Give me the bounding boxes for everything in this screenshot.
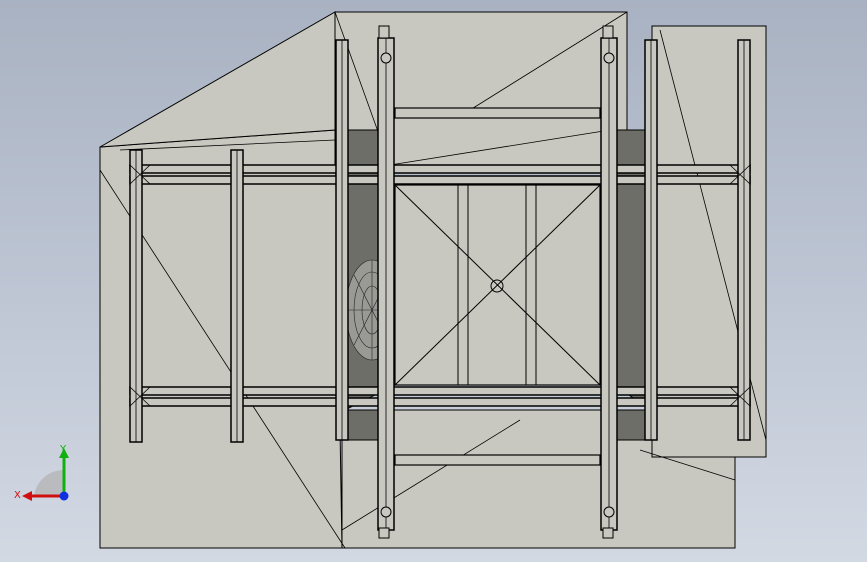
graphics-viewport[interactable]: Y X	[0, 0, 867, 562]
frame-assembly-model[interactable]	[0, 0, 867, 562]
base-plate-top-slope	[99, 11, 336, 148]
post-cap	[602, 25, 614, 39]
x-axis-head	[22, 491, 32, 501]
post-bolt	[603, 506, 615, 518]
z-axis-dot	[59, 491, 69, 501]
bottom-crossbar	[394, 454, 601, 466]
post-cap	[378, 527, 390, 539]
y-axis-label: Y	[59, 444, 67, 455]
top-crossbar	[394, 107, 601, 119]
x-axis-label: X	[14, 490, 21, 501]
coordinate-triad: Y X	[14, 444, 69, 501]
post-bolt	[603, 52, 615, 64]
lower-left-shadow	[344, 409, 381, 441]
triad-plane	[34, 469, 64, 496]
post-bolt	[380, 506, 392, 518]
post-cap	[602, 527, 614, 539]
post-cap	[378, 25, 390, 39]
post-bolt	[380, 52, 392, 64]
